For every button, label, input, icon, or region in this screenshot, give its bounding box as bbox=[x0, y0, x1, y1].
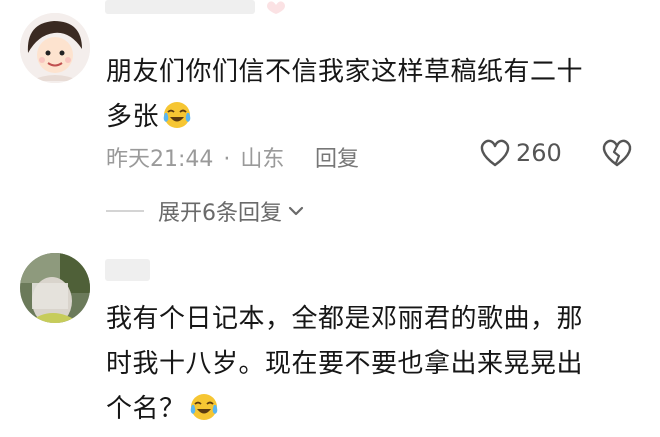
username-blurred bbox=[105, 0, 255, 14]
reply-button[interactable]: 回复 bbox=[315, 141, 359, 173]
comment-text-line: 多张 bbox=[106, 95, 646, 140]
heart-outline-icon bbox=[478, 138, 512, 168]
avatar[interactable] bbox=[20, 253, 90, 323]
comment-time: 昨天21:44 bbox=[106, 147, 214, 172]
username-blurred bbox=[105, 259, 150, 281]
like-count: 260 bbox=[516, 139, 562, 167]
like-button[interactable]: 260 bbox=[478, 138, 562, 168]
comment-text-line: 我有个日记本，全都是邓丽君的歌曲，那 bbox=[106, 304, 584, 334]
tears-of-joy-emoji-icon bbox=[162, 100, 192, 130]
chevron-down-icon bbox=[286, 203, 306, 219]
comment-meta: 昨天21:44 · 山东 bbox=[106, 141, 284, 173]
expand-replies[interactable]: 展开6条回复 bbox=[106, 195, 306, 227]
broken-heart-icon[interactable] bbox=[600, 138, 634, 168]
tears-of-joy-emoji-icon bbox=[189, 392, 219, 422]
meta-separator: · bbox=[223, 147, 231, 172]
avatar[interactable] bbox=[20, 13, 90, 83]
expand-replies-label: 展开6条回复 bbox=[158, 201, 282, 226]
comment-text-line: 个名？ bbox=[106, 387, 646, 432]
comment-text-line: 朋友们你们信不信我家这样草稿纸有二十 bbox=[106, 57, 584, 87]
comment-text: 我有个日记本，全都是邓丽君的歌曲，那 时我十八岁。现在要不要也拿出来晃晃出 个名… bbox=[106, 297, 646, 432]
comment-text-line: 时我十八岁。现在要不要也拿出来晃晃出 bbox=[106, 349, 584, 379]
comment-location: 山东 bbox=[240, 147, 285, 172]
expand-divider-line bbox=[106, 210, 144, 212]
user-badge-heart-icon bbox=[262, 0, 292, 15]
comment-text-segment: 多张 bbox=[106, 102, 160, 132]
comment-text: 朋友们你们信不信我家这样草稿纸有二十 多张 bbox=[106, 50, 646, 140]
comment-text-segment: 个名？ bbox=[106, 394, 186, 424]
